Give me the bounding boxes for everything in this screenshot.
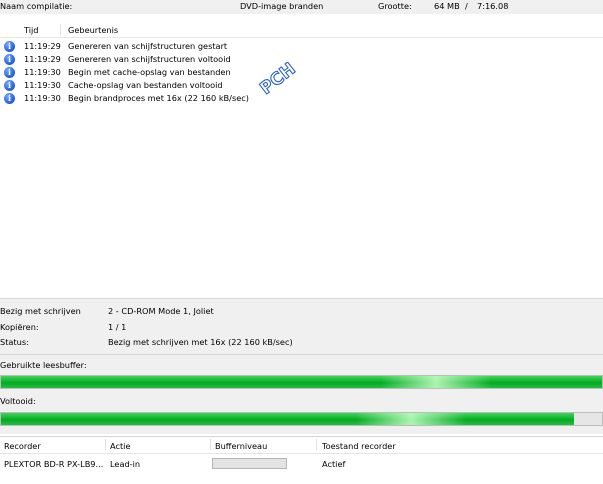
copies-label: Kopiëren:: [0, 322, 39, 332]
task-title: DVD-image branden: [240, 1, 324, 11]
log-time: 11:19:29: [24, 41, 61, 51]
buffer-label: Gebruikte leesbuffer:: [0, 360, 87, 370]
event-log-header: Tijd Gebeurtenis: [0, 22, 603, 38]
info-icon: i: [4, 80, 15, 91]
writing-label: Bezig met schrijven: [0, 306, 81, 316]
log-event: Begin met cache-opslag van bestanden: [68, 67, 231, 77]
log-time: 11:19:30: [24, 67, 61, 77]
info-icon: i: [4, 54, 15, 65]
size-label: Grootte:: [378, 1, 412, 11]
column-header-action[interactable]: Actie: [110, 441, 130, 451]
progress-glow: [381, 376, 491, 388]
duration-value: 7:16.08: [477, 1, 509, 11]
recorder-table-header: Recorder Actie Bufferniveau Toestand rec…: [0, 437, 603, 454]
recorder-action: Lead-in: [110, 459, 141, 469]
writing-value: 2 - CD-ROM Mode 1, Joliet: [108, 306, 214, 316]
progress-bar: [0, 412, 603, 426]
recorder-state: Actief: [322, 459, 346, 469]
info-icon: i: [4, 41, 15, 52]
column-header-event[interactable]: Gebeurtenis: [68, 25, 118, 35]
progress-fill: [1, 413, 574, 425]
status-value: Bezig met schrijven met 16x (22 160 kB/s…: [108, 337, 293, 347]
log-event: Genereren van schijfstructuren gestart: [68, 41, 228, 51]
recorder-buffer-bar: [212, 458, 287, 469]
size-separator: /: [465, 1, 468, 11]
column-header-buffer-level[interactable]: Bufferniveau: [215, 441, 267, 451]
log-row[interactable]: i 11:19:29 Genereren van schijfstructure…: [0, 40, 603, 53]
recorder-table: Recorder Actie Bufferniveau Toestand rec…: [0, 436, 603, 484]
info-icon: i: [4, 67, 15, 78]
column-header-recorder[interactable]: Recorder: [4, 441, 41, 451]
status-panel: Bezig met schrijven 2 - CD-ROM Mode 1, J…: [0, 298, 603, 434]
table-row[interactable]: PLEXTOR BD-R PX-LB9... Lead-in Actief: [0, 455, 603, 471]
compilation-info-bar: Naam compilatie: DVD-image branden Groot…: [0, 0, 603, 14]
info-icon: i: [4, 93, 15, 104]
column-divider[interactable]: [210, 439, 211, 450]
log-event: Begin brandproces met 16x (22 160 kB/sec…: [68, 93, 249, 103]
log-time: 11:19:30: [24, 80, 61, 90]
column-divider[interactable]: [60, 24, 61, 35]
recorder-name: PLEXTOR BD-R PX-LB9...: [4, 459, 104, 469]
log-event: Cache-opslag van bestanden voltooid: [68, 80, 223, 90]
log-time: 11:19:30: [24, 93, 61, 103]
status-divider: [0, 354, 603, 355]
read-buffer-bar: [0, 375, 603, 389]
copies-value: 1 / 1: [108, 322, 127, 332]
column-header-time[interactable]: Tijd: [24, 25, 39, 35]
column-divider[interactable]: [316, 439, 317, 450]
read-buffer-fill: [1, 376, 602, 388]
compilation-name-label: Naam compilatie:: [0, 1, 73, 11]
column-header-recorder-state[interactable]: Toestand recorder: [322, 441, 396, 451]
watermark-text: PCH: [256, 62, 299, 96]
progress-glow: [356, 413, 466, 425]
size-value: 64 MB: [434, 1, 460, 11]
progress-label: Voltooid:: [0, 396, 36, 406]
log-time: 11:19:29: [24, 54, 61, 64]
log-event: Genereren van schijfstructuren voltooid: [68, 54, 231, 64]
status-label: Status:: [0, 337, 29, 347]
column-divider[interactable]: [105, 439, 106, 450]
pch-watermark: PCH: [256, 62, 300, 96]
